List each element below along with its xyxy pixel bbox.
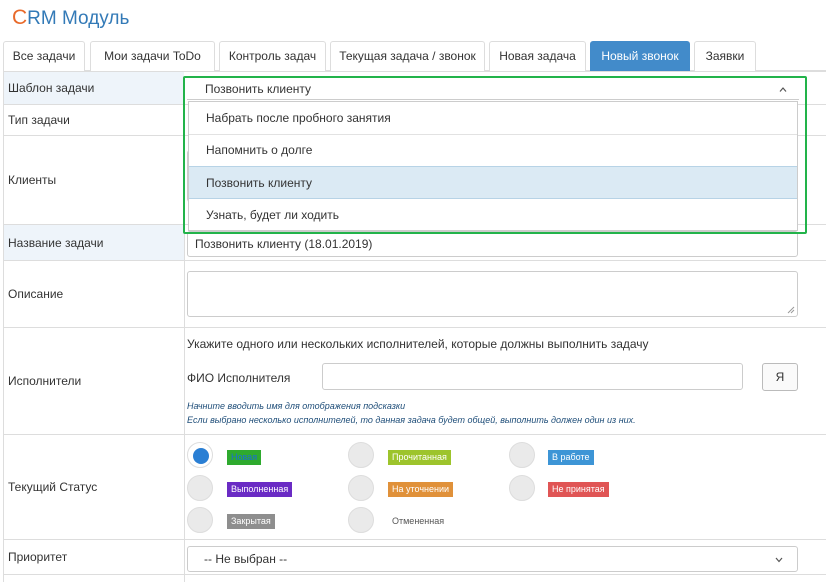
executors-note: Укажите одного или нескольких исполнител… (187, 337, 649, 351)
status-badge-cancelled: Отмененная (392, 516, 445, 526)
template-option[interactable]: Узнать, будет ли ходить (189, 199, 797, 232)
status-badge-new: Новая (227, 450, 262, 465)
app-title-rest: RM Модуль (27, 8, 130, 29)
template-select-value: Позвонить клиенту (205, 82, 312, 96)
priority-label: Приоритет (8, 550, 68, 564)
tab-current-task-call[interactable]: Текущая задача / звонок (330, 41, 485, 71)
status-label: Текущий Статус (8, 480, 98, 494)
template-option[interactable]: Напомнить о долге (189, 134, 797, 167)
tab-bar: Все задачи Мои задачи ToDo Контроль зада… (3, 41, 826, 71)
tab-new-call[interactable]: Новый звонок (590, 41, 690, 71)
status-radio-in-progress[interactable] (509, 442, 535, 468)
tab-my-tasks-todo[interactable]: Мои задачи ToDo (90, 41, 215, 71)
chevron-down-icon (775, 557, 783, 563)
tab-task-control[interactable]: Контроль задач (219, 41, 326, 71)
status-radio-clarifying[interactable] (348, 475, 374, 501)
template-option[interactable]: Набрать после пробного занятия (189, 102, 797, 135)
tab-all-tasks[interactable]: Все задачи (3, 41, 85, 71)
status-radio-rejected[interactable] (509, 475, 535, 501)
tab-new-task[interactable]: Новая задача (489, 41, 586, 71)
task-name-input[interactable]: Позвонить клиенту (18.01.2019) (187, 231, 798, 257)
resize-grip-icon[interactable] (787, 306, 795, 314)
executor-field-label: ФИО Исполнителя (187, 371, 291, 385)
status-badge-read: Прочитанная (388, 450, 451, 465)
template-select[interactable]: Позвонить клиенту (187, 78, 799, 100)
app-title: CRM Модуль (12, 6, 129, 30)
executor-hint: Начните вводить имя для отображения подс… (187, 401, 406, 411)
type-label: Тип задачи (8, 113, 70, 127)
status-badge-rejected: Не принятая (548, 482, 609, 497)
executors-label: Исполнители (8, 374, 82, 388)
template-label: Шаблон задачи (4, 72, 184, 104)
template-options-list: Набрать после пробного занятия Напомнить… (188, 101, 798, 231)
description-textarea[interactable] (187, 271, 798, 317)
status-radio-read[interactable] (348, 442, 374, 468)
status-badge-closed: Закрытая (227, 514, 275, 529)
status-radio-new[interactable] (187, 442, 213, 468)
assign-me-button[interactable]: Я (762, 363, 798, 391)
description-label: Описание (8, 287, 64, 301)
clients-label: Клиенты (8, 173, 57, 187)
status-radio-closed[interactable] (187, 507, 213, 533)
row-next (3, 575, 826, 582)
task-name-label: Название задачи (4, 225, 184, 260)
status-radio-cancelled[interactable] (348, 507, 374, 533)
executor-input[interactable] (322, 363, 743, 390)
status-badge-in-progress: В работе (548, 450, 594, 465)
tab-requests[interactable]: Заявки (694, 41, 756, 71)
status-radio-done[interactable] (187, 475, 213, 501)
status-badge-clarifying: На уточнении (388, 482, 454, 497)
priority-select[interactable]: -- Не выбран -- (187, 546, 798, 572)
template-option-selected[interactable]: Позвонить клиенту (189, 166, 797, 199)
app-title-first-letter: C (12, 6, 28, 29)
chevron-up-icon (779, 87, 787, 92)
executor-hint-multiple: Если выбрано несколько исполнителей, то … (187, 415, 636, 425)
status-badge-done: Выполненная (227, 482, 293, 497)
priority-value: -- Не выбран -- (204, 552, 288, 566)
